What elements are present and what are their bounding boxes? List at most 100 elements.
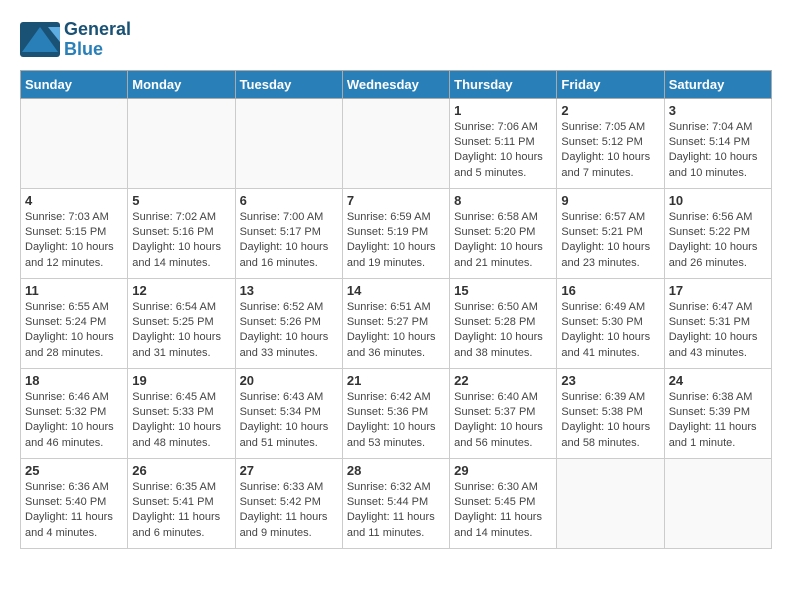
day-number: 17 <box>669 283 767 298</box>
day-number: 28 <box>347 463 445 478</box>
calendar-cell: 7Sunrise: 6:59 AMSunset: 5:19 PMDaylight… <box>342 188 449 278</box>
day-info: Sunrise: 6:42 AMSunset: 5:36 PMDaylight:… <box>347 390 445 452</box>
day-number: 10 <box>669 193 767 208</box>
day-info: Sunrise: 6:58 AMSunset: 5:20 PMDaylight:… <box>454 210 552 272</box>
page-header: General Blue <box>20 20 772 60</box>
day-number: 16 <box>561 283 659 298</box>
day-number: 9 <box>561 193 659 208</box>
calendar-cell: 24Sunrise: 6:38 AMSunset: 5:39 PMDayligh… <box>664 368 771 458</box>
calendar-cell: 4 Sunrise: 7:03 AMSunset: 5:15 PMDaylight… <box>21 188 128 278</box>
day-number: 20 <box>240 373 338 388</box>
weekday-header: Tuesday <box>235 70 342 98</box>
weekday-header: Saturday <box>664 70 771 98</box>
day-info: Sunrise: 7:05 AMSunset: 5:12 PMDaylight:… <box>561 120 659 182</box>
day-number: 8 <box>454 193 552 208</box>
calendar-cell: 27Sunrise: 6:33 AMSunset: 5:42 PMDayligh… <box>235 458 342 548</box>
day-number: 6 <box>240 193 338 208</box>
logo-text: General Blue <box>64 20 131 60</box>
weekday-header: Sunday <box>21 70 128 98</box>
calendar-cell: 16 Sunrise: 6:49 AMSunset: 5:30 PMDayligh… <box>557 278 664 368</box>
calendar-cell: 5 Sunrise: 7:02 AMSunset: 5:16 PMDaylight… <box>128 188 235 278</box>
day-number: 14 <box>347 283 445 298</box>
weekday-header: Wednesday <box>342 70 449 98</box>
calendar-cell <box>21 98 128 188</box>
calendar-cell <box>235 98 342 188</box>
calendar-cell <box>664 458 771 548</box>
day-info: Sunrise: 6:45 AMSunset: 5:33 PMDaylight:… <box>132 390 230 452</box>
day-info: Sunrise: 7:02 AMSunset: 5:16 PMDaylight:… <box>132 210 230 272</box>
calendar-cell <box>557 458 664 548</box>
calendar-cell <box>342 98 449 188</box>
calendar-week-row: 11 Sunrise: 6:55 AMSunset: 5:24 PMDayligh… <box>21 278 772 368</box>
day-number: 21 <box>347 373 445 388</box>
day-info: Sunrise: 6:35 AMSunset: 5:41 PMDaylight:… <box>132 480 230 542</box>
logo-icon <box>20 22 60 57</box>
calendar-cell: 20 Sunrise: 6:43 AMSunset: 5:34 PMDayligh… <box>235 368 342 458</box>
weekday-header: Friday <box>557 70 664 98</box>
day-number: 19 <box>132 373 230 388</box>
day-info: Sunrise: 6:51 AMSunset: 5:27 PMDaylight:… <box>347 300 445 362</box>
calendar-cell: 1 Sunrise: 7:06 AMSunset: 5:11 PMDaylight… <box>450 98 557 188</box>
day-info: Sunrise: 6:36 AMSunset: 5:40 PMDaylight:… <box>25 480 123 542</box>
calendar-cell: 6 Sunrise: 7:00 AMSunset: 5:17 PMDaylight… <box>235 188 342 278</box>
day-info: Sunrise: 7:03 AMSunset: 5:15 PMDaylight:… <box>25 210 123 272</box>
calendar-cell: 29 Sunrise: 6:30 AMSunset: 5:45 PMDayligh… <box>450 458 557 548</box>
calendar-cell: 15 Sunrise: 6:50 AMSunset: 5:28 PMDayligh… <box>450 278 557 368</box>
calendar-cell: 3 Sunrise: 7:04 AMSunset: 5:14 PMDaylight… <box>664 98 771 188</box>
calendar-cell: 28 Sunrise: 6:32 AMSunset: 5:44 PMDayligh… <box>342 458 449 548</box>
calendar-header-row: SundayMondayTuesdayWednesdayThursdayFrid… <box>21 70 772 98</box>
day-info: Sunrise: 6:55 AMSunset: 5:24 PMDaylight:… <box>25 300 123 362</box>
day-number: 13 <box>240 283 338 298</box>
day-number: 12 <box>132 283 230 298</box>
calendar-cell: 25 Sunrise: 6:36 AMSunset: 5:40 PMDayligh… <box>21 458 128 548</box>
calendar-cell: 18 Sunrise: 6:46 AMSunset: 5:32 PMDayligh… <box>21 368 128 458</box>
day-info: Sunrise: 6:39 AMSunset: 5:38 PMDaylight:… <box>561 390 659 452</box>
calendar-cell: 13Sunrise: 6:52 AMSunset: 5:26 PMDayligh… <box>235 278 342 368</box>
calendar-cell: 19 Sunrise: 6:45 AMSunset: 5:33 PMDayligh… <box>128 368 235 458</box>
day-number: 11 <box>25 283 123 298</box>
day-number: 5 <box>132 193 230 208</box>
day-number: 3 <box>669 103 767 118</box>
calendar-cell: 11 Sunrise: 6:55 AMSunset: 5:24 PMDayligh… <box>21 278 128 368</box>
weekday-header: Monday <box>128 70 235 98</box>
day-number: 4 <box>25 193 123 208</box>
day-info: Sunrise: 6:54 AMSunset: 5:25 PMDaylight:… <box>132 300 230 362</box>
day-number: 26 <box>132 463 230 478</box>
day-number: 2 <box>561 103 659 118</box>
day-info: Sunrise: 6:30 AMSunset: 5:45 PMDaylight:… <box>454 480 552 542</box>
calendar-cell: 8 Sunrise: 6:58 AMSunset: 5:20 PMDaylight… <box>450 188 557 278</box>
day-info: Sunrise: 6:47 AMSunset: 5:31 PMDaylight:… <box>669 300 767 362</box>
day-info: Sunrise: 6:49 AMSunset: 5:30 PMDaylight:… <box>561 300 659 362</box>
logo: General Blue <box>20 20 131 60</box>
day-number: 15 <box>454 283 552 298</box>
day-info: Sunrise: 6:56 AMSunset: 5:22 PMDaylight:… <box>669 210 767 272</box>
day-info: Sunrise: 6:50 AMSunset: 5:28 PMDaylight:… <box>454 300 552 362</box>
calendar-week-row: 18 Sunrise: 6:46 AMSunset: 5:32 PMDayligh… <box>21 368 772 458</box>
day-number: 24 <box>669 373 767 388</box>
day-info: Sunrise: 6:46 AMSunset: 5:32 PMDaylight:… <box>25 390 123 452</box>
weekday-header: Thursday <box>450 70 557 98</box>
day-info: Sunrise: 6:32 AMSunset: 5:44 PMDaylight:… <box>347 480 445 542</box>
day-info: Sunrise: 6:43 AMSunset: 5:34 PMDaylight:… <box>240 390 338 452</box>
day-number: 7 <box>347 193 445 208</box>
calendar-cell: 14 Sunrise: 6:51 AMSunset: 5:27 PMDayligh… <box>342 278 449 368</box>
day-number: 29 <box>454 463 552 478</box>
day-info: Sunrise: 6:57 AMSunset: 5:21 PMDaylight:… <box>561 210 659 272</box>
calendar-cell: 10 Sunrise: 6:56 AMSunset: 5:22 PMDayligh… <box>664 188 771 278</box>
day-info: Sunrise: 7:04 AMSunset: 5:14 PMDaylight:… <box>669 120 767 182</box>
calendar-cell: 17 Sunrise: 6:47 AMSunset: 5:31 PMDayligh… <box>664 278 771 368</box>
day-info: Sunrise: 7:06 AMSunset: 5:11 PMDaylight:… <box>454 120 552 182</box>
calendar-cell: 2 Sunrise: 7:05 AMSunset: 5:12 PMDaylight… <box>557 98 664 188</box>
calendar-cell: 9 Sunrise: 6:57 AMSunset: 5:21 PMDaylight… <box>557 188 664 278</box>
calendar-week-row: 1 Sunrise: 7:06 AMSunset: 5:11 PMDaylight… <box>21 98 772 188</box>
day-number: 18 <box>25 373 123 388</box>
calendar-table: SundayMondayTuesdayWednesdayThursdayFrid… <box>20 70 772 549</box>
calendar-cell: 12 Sunrise: 6:54 AMSunset: 5:25 PMDayligh… <box>128 278 235 368</box>
day-number: 1 <box>454 103 552 118</box>
calendar-cell: 26 Sunrise: 6:35 AMSunset: 5:41 PMDayligh… <box>128 458 235 548</box>
calendar-cell <box>128 98 235 188</box>
calendar-week-row: 25 Sunrise: 6:36 AMSunset: 5:40 PMDayligh… <box>21 458 772 548</box>
calendar-cell: 23Sunrise: 6:39 AMSunset: 5:38 PMDayligh… <box>557 368 664 458</box>
day-number: 25 <box>25 463 123 478</box>
day-info: Sunrise: 7:00 AMSunset: 5:17 PMDaylight:… <box>240 210 338 272</box>
